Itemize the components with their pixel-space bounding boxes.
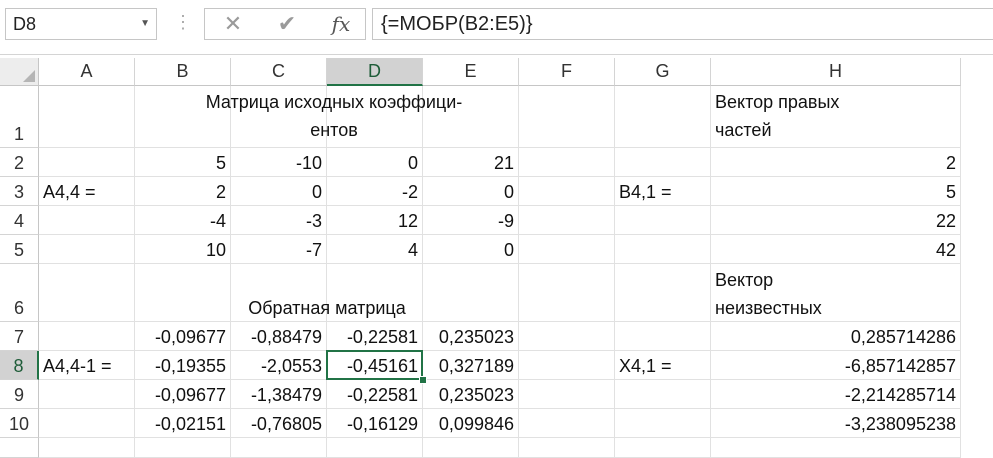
cell-c4[interactable]: -3 xyxy=(231,209,322,233)
gridline-horizontal xyxy=(39,176,961,177)
column-header-f[interactable]: F xyxy=(519,58,615,86)
row-header-8[interactable]: 8 xyxy=(0,351,39,380)
formula-bar: D8 ▼ ⋮ ✕ ✔ fx {=МОБР(B2:E5)} xyxy=(0,0,993,55)
cell-d2[interactable]: 0 xyxy=(327,151,418,175)
cell-e5[interactable]: 0 xyxy=(423,238,514,262)
cell-c7[interactable]: -0,88479 xyxy=(231,325,322,349)
row-header-next[interactable] xyxy=(0,438,39,458)
cell-b9[interactable]: -0,09677 xyxy=(135,383,226,407)
cell-e10[interactable]: 0,099846 xyxy=(423,412,514,436)
gridline-vertical xyxy=(960,86,961,458)
formula-buttons: ✕ ✔ fx xyxy=(204,8,366,40)
cell-d4[interactable]: 12 xyxy=(327,209,418,233)
cell-e4[interactable]: -9 xyxy=(423,209,514,233)
cell-c3[interactable]: 0 xyxy=(231,180,322,204)
cell-b7[interactable]: -0,09677 xyxy=(135,325,226,349)
row-header-2[interactable]: 2 xyxy=(0,148,39,177)
column-header-e[interactable]: E xyxy=(423,58,519,86)
cell-b10[interactable]: -0,02151 xyxy=(135,412,226,436)
cell-b3[interactable]: 2 xyxy=(135,180,226,204)
cell-h10[interactable]: -3,238095238 xyxy=(711,412,956,436)
column-header-d[interactable]: D xyxy=(327,58,423,86)
cell-b5[interactable]: 10 xyxy=(135,238,226,262)
row-header-7[interactable]: 7 xyxy=(0,322,39,351)
column-header-g[interactable]: G xyxy=(615,58,711,86)
row-header-9[interactable]: 9 xyxy=(0,380,39,409)
gridline-horizontal xyxy=(39,350,961,351)
cell-e9[interactable]: 0,235023 xyxy=(423,383,514,407)
cell-g8[interactable]: X4,1 = xyxy=(619,354,709,378)
select-all-button[interactable] xyxy=(0,58,39,86)
cell-d10[interactable]: -0,16129 xyxy=(327,412,418,436)
name-box-value: D8 xyxy=(13,14,37,34)
row-header-5[interactable]: 5 xyxy=(0,235,39,264)
gridline-vertical xyxy=(614,86,615,458)
row-header-10[interactable]: 10 xyxy=(0,409,39,438)
gridline-vertical xyxy=(518,86,519,458)
cell-h1[interactable]: Вектор правых частей xyxy=(711,88,865,144)
cell-c10[interactable]: -0,76805 xyxy=(231,412,322,436)
cell-g3[interactable]: B4,1 = xyxy=(619,180,709,204)
drag-handle-icon[interactable]: ⋮ xyxy=(174,12,192,32)
cell-h5[interactable]: 42 xyxy=(711,238,956,262)
cell-h2[interactable]: 2 xyxy=(711,151,956,175)
column-header-c[interactable]: C xyxy=(231,58,327,86)
cell-c9[interactable]: -1,38479 xyxy=(231,383,322,407)
cell-e2[interactable]: 21 xyxy=(423,151,514,175)
chevron-down-icon[interactable]: ▼ xyxy=(140,9,150,39)
cell-h6[interactable]: Вектор неизвестных xyxy=(711,266,865,322)
cell-c2[interactable]: -10 xyxy=(231,151,322,175)
column-header-h[interactable]: H xyxy=(711,58,961,86)
cell-d7[interactable]: -0,22581 xyxy=(327,325,418,349)
cell-b6[interactable]: Обратная матрица xyxy=(135,296,514,320)
gridline-horizontal xyxy=(39,408,961,409)
enter-icon[interactable]: ✔ xyxy=(267,9,307,39)
cell-h8[interactable]: -6,857142857 xyxy=(711,354,956,378)
cell-h7[interactable]: 0,285714286 xyxy=(711,325,956,349)
row-header-1[interactable]: 1 xyxy=(0,86,39,148)
name-box[interactable]: D8 ▼ xyxy=(5,8,157,40)
cancel-icon[interactable]: ✕ xyxy=(213,9,253,39)
cell-c5[interactable]: -7 xyxy=(231,238,322,262)
row-header-4[interactable]: 4 xyxy=(0,206,39,235)
cell-e3[interactable]: 0 xyxy=(423,180,514,204)
active-cell-border xyxy=(326,350,423,380)
column-header-a[interactable]: A xyxy=(39,58,135,86)
fill-handle[interactable] xyxy=(419,376,427,384)
cell-e8[interactable]: 0,327189 xyxy=(423,354,514,378)
cell-b1[interactable]: Матрица исходных коэффици-ентов xyxy=(179,88,484,144)
gridline-horizontal xyxy=(39,437,961,438)
gridline-horizontal xyxy=(39,263,961,264)
cell-d3[interactable]: -2 xyxy=(327,180,418,204)
insert-function-icon[interactable]: fx xyxy=(321,9,361,39)
cell-a8[interactable]: A4,4-1 = xyxy=(43,354,133,378)
gridline-horizontal xyxy=(39,147,961,148)
cell-b8[interactable]: -0,19355 xyxy=(135,354,226,378)
gridline-horizontal xyxy=(39,234,961,235)
cell-b2[interactable]: 5 xyxy=(135,151,226,175)
gridline-horizontal xyxy=(39,205,961,206)
row-header-6[interactable]: 6 xyxy=(0,264,39,322)
cell-a3[interactable]: A4,4 = xyxy=(43,180,133,204)
cell-b4[interactable]: -4 xyxy=(135,209,226,233)
cell-h3[interactable]: 5 xyxy=(711,180,956,204)
gridline-horizontal xyxy=(39,379,961,380)
cell-d5[interactable]: 4 xyxy=(327,238,418,262)
cell-c8[interactable]: -2,0553 xyxy=(231,354,322,378)
row-header-3[interactable]: 3 xyxy=(0,177,39,206)
cell-h4[interactable]: 22 xyxy=(711,209,956,233)
cell-d9[interactable]: -0,22581 xyxy=(327,383,418,407)
cell-h9[interactable]: -2,214285714 xyxy=(711,383,956,407)
formula-input[interactable]: {=МОБР(B2:E5)} xyxy=(372,8,993,40)
column-header-b[interactable]: B xyxy=(135,58,231,86)
cell-e7[interactable]: 0,235023 xyxy=(423,325,514,349)
